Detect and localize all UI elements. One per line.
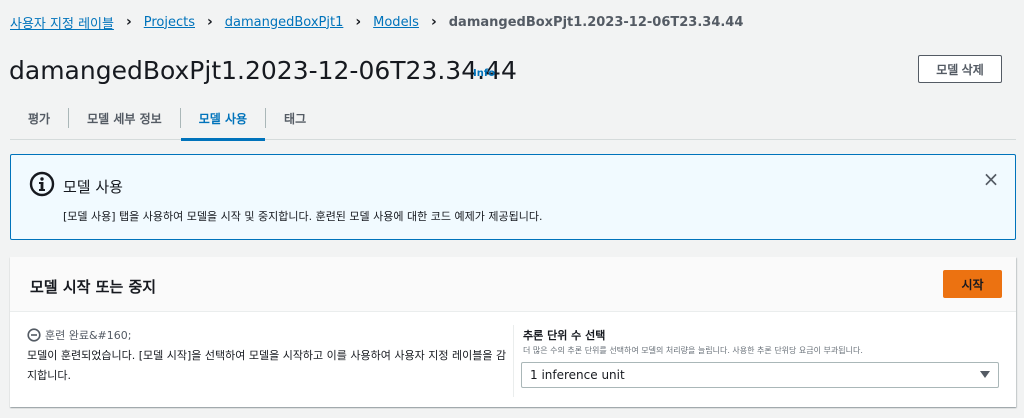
start-button[interactable]: 시작: [943, 270, 1002, 298]
tab-evaluation[interactable]: 평가: [10, 96, 68, 140]
caret-down-icon: [980, 371, 990, 378]
inference-units-select[interactable]: 1 inference unit: [521, 362, 999, 388]
inference-units-description: 더 많은 수의 추론 단위를 선택하여 모델의 처리량을 늘립니다. 사용한 추…: [523, 346, 863, 355]
status-text: 훈련 완료&#160;: [45, 329, 132, 342]
status-indicator: 훈련 완료&#160;: [27, 327, 131, 343]
breadcrumb-projects[interactable]: Projects: [144, 15, 195, 30]
breadcrumb-custom-labels[interactable]: 사용자 지정 레이블: [10, 13, 114, 32]
breadcrumb-current: damangedBoxPjt1.2023-12-06T23.34.44: [448, 14, 744, 30]
breadcrumb-separator: ›: [125, 14, 132, 30]
panel-title: 모델 시작 또는 중지: [30, 278, 157, 296]
page-title: damangedBoxPjt1.2023-12-06T23.34.44: [9, 56, 517, 85]
delete-model-button[interactable]: 모델 삭제: [918, 55, 1002, 83]
column-divider: [513, 325, 514, 397]
tab-model-details[interactable]: 모델 세부 정보: [69, 96, 180, 140]
start-stop-panel: 모델 시작 또는 중지 시작 훈련 완료&#160; 모델이 훈련되었습니다. …: [10, 257, 1016, 407]
breadcrumb-separator: ›: [207, 14, 213, 30]
minus-circle-icon: [27, 328, 41, 342]
breadcrumb-models[interactable]: Models: [373, 15, 419, 30]
panel-header: 모델 시작 또는 중지 시작: [10, 257, 1016, 312]
inference-units-label: 추론 단위 수 선택: [523, 329, 606, 342]
breadcrumb-separator: ›: [355, 14, 362, 30]
breadcrumb: 사용자 지정 레이블 › Projects › damangedBoxPjt1 …: [10, 12, 743, 32]
tab-tags[interactable]: 태그: [266, 96, 324, 140]
alert-body: [모델 사용] 탭을 사용하여 모델을 시작 및 중지합니다. 훈련된 모델 사…: [63, 210, 543, 223]
info-alert: 모델 사용 [모델 사용] 탭을 사용하여 모델을 시작 및 중지합니다. 훈련…: [10, 154, 1016, 240]
breadcrumb-separator: ›: [430, 14, 437, 30]
info-icon: [29, 171, 55, 197]
panel-description: 모델이 훈련되었습니다. [모델 시작]을 선택하여 모델을 시작하고 이를 사…: [27, 349, 507, 382]
breadcrumb-project[interactable]: damangedBoxPjt1: [225, 15, 344, 30]
tab-use-model[interactable]: 모델 사용: [180, 96, 266, 141]
close-icon[interactable]: ×: [981, 169, 1001, 189]
alert-title: 모델 사용: [63, 178, 123, 196]
info-link[interactable]: Info: [473, 68, 495, 79]
tab-bar: 평가 모델 세부 정보 모델 사용 태그: [10, 96, 1016, 141]
select-value: 1 inference unit: [530, 368, 625, 382]
